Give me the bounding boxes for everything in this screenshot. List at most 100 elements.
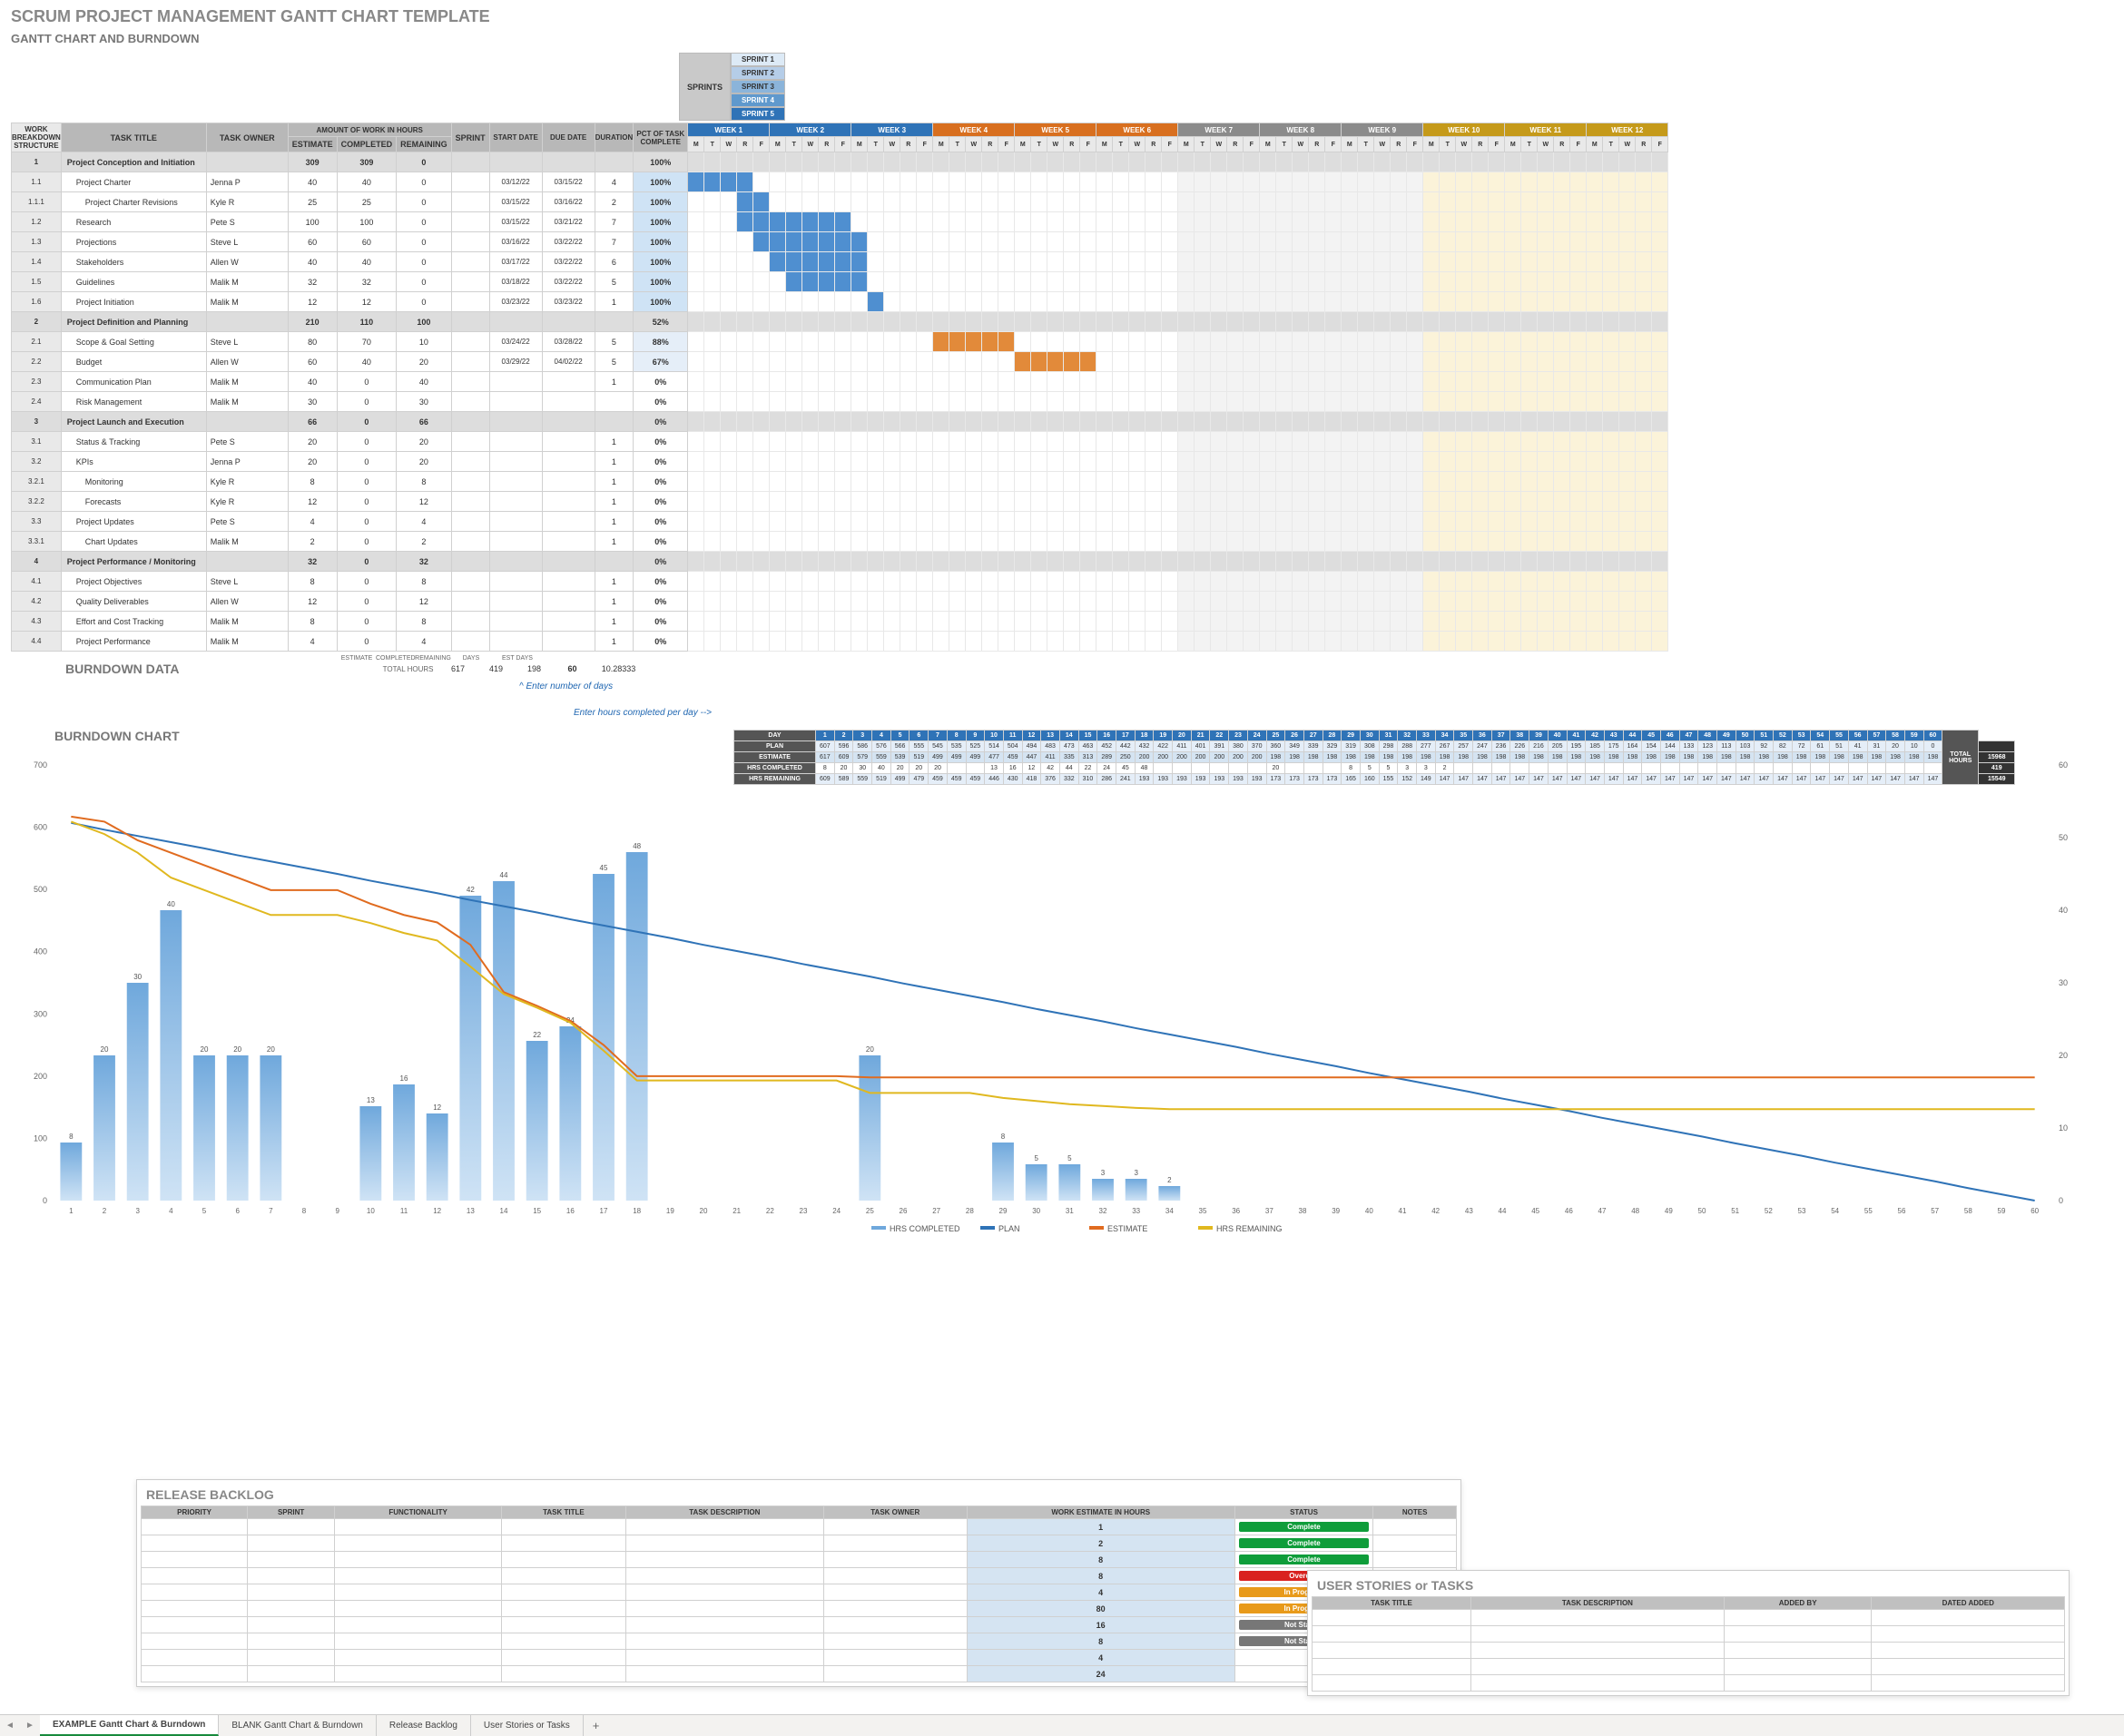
svg-text:HRS REMAINING: HRS REMAINING [1216,1224,1283,1233]
backlog-row[interactable]: 80In Progress [142,1601,1457,1617]
svg-text:20: 20 [267,1045,275,1054]
userstory-row[interactable] [1313,1659,2065,1675]
svg-text:33: 33 [1132,1207,1140,1215]
svg-text:55: 55 [1864,1207,1873,1215]
sheet-tab[interactable]: EXAMPLE Gantt Chart & Burndown [40,1715,219,1736]
backlog-row[interactable]: 16Not Started [142,1617,1457,1633]
task-row[interactable]: 3.1Status & TrackingPete S2002010% [12,432,1668,452]
svg-text:11: 11 [400,1207,408,1215]
userstory-row[interactable] [1313,1643,2065,1659]
sheet-tab[interactable]: User Stories or Tasks [471,1715,584,1736]
task-row[interactable]: 2.2BudgetAllen W60402003/29/2204/02/2256… [12,352,1668,372]
userstory-row[interactable] [1313,1610,2065,1626]
add-sheet-button[interactable]: + [584,1715,609,1736]
tab-nav-prev-icon[interactable]: ◄ [0,1715,20,1736]
task-row[interactable]: 1.6Project InitiationMalik M1212003/23/2… [12,292,1668,312]
backlog-row[interactable]: 8Not Started [142,1633,1457,1650]
svg-text:200: 200 [34,1072,47,1081]
svg-text:22: 22 [766,1207,774,1215]
svg-text:28: 28 [966,1207,974,1215]
svg-text:58: 58 [1964,1207,1972,1215]
svg-text:48: 48 [633,842,641,850]
sheet-tab[interactable]: Release Backlog [377,1715,471,1736]
backlog-row[interactable]: 4In Progress [142,1584,1457,1601]
task-row[interactable]: 3.3Project UpdatesPete S40410% [12,512,1668,532]
task-row[interactable]: 3.2.1MonitoringKyle R80810% [12,472,1668,492]
task-row[interactable]: 2.1Scope & Goal SettingSteve L80701003/2… [12,332,1668,352]
task-row[interactable]: 4.3Effort and Cost TrackingMalik M80810% [12,612,1668,632]
task-row[interactable]: 3.2.2ForecastsKyle R1201210% [12,492,1668,512]
col-wbs: WORK BREAKDOWN STRUCTURE [12,123,62,152]
task-row[interactable]: 1.2ResearchPete S100100003/15/2203/21/22… [12,212,1668,232]
svg-text:20: 20 [201,1045,209,1054]
svg-text:35: 35 [1199,1207,1207,1215]
task-row[interactable]: 1.1.1Project Charter RevisionsKyle R2525… [12,192,1668,212]
task-row[interactable]: 4.1Project ObjectivesSteve L80810% [12,572,1668,592]
backlog-row[interactable]: 2Complete [142,1535,1457,1552]
svg-text:1: 1 [69,1207,74,1215]
svg-text:5: 5 [202,1207,207,1215]
svg-text:54: 54 [1831,1207,1839,1215]
svg-text:32: 32 [1099,1207,1107,1215]
task-row[interactable]: 2.3Communication PlanMalik M4004010% [12,372,1668,392]
sprint-5: SPRINT 5 [731,107,785,121]
page-subtitle: GANTT CHART AND BURNDOWN [0,28,2124,53]
sheet-tab[interactable]: BLANK Gantt Chart & Burndown [219,1715,377,1736]
backlog-row[interactable]: 4 [142,1650,1457,1666]
release-backlog-panel: RELEASE BACKLOG PRIORITYSPRINTFUNCTIONAL… [136,1479,1461,1687]
svg-text:8: 8 [302,1207,307,1215]
svg-text:13: 13 [467,1207,475,1215]
svg-text:60: 60 [2031,1207,2039,1215]
sprint-4: SPRINT 4 [731,93,785,107]
svg-text:ESTIMATE: ESTIMATE [1107,1224,1147,1233]
svg-text:2: 2 [103,1207,107,1215]
svg-text:34: 34 [1165,1207,1174,1215]
svg-text:24: 24 [832,1207,841,1215]
task-row[interactable]: 1.4StakeholdersAllen W4040003/17/2203/22… [12,252,1668,272]
burndown-chart: 0100200300400500600700010203040506012345… [18,756,2088,1246]
task-row[interactable]: 1.3ProjectionsSteve L6060003/16/2203/22/… [12,232,1668,252]
backlog-row[interactable]: 24 [142,1666,1457,1682]
backlog-row[interactable]: 8Complete [142,1552,1457,1568]
sprint-3: SPRINT 3 [731,80,785,93]
svg-text:600: 600 [34,823,47,832]
totals-row: ESTIMATE COMPLETED REMAINING DAYS EST DA… [338,655,2124,662]
svg-text:6: 6 [235,1207,240,1215]
svg-text:30: 30 [2059,978,2068,987]
svg-text:37: 37 [1265,1207,1273,1215]
svg-text:4: 4 [169,1207,173,1215]
task-row[interactable]: 3Project Launch and Execution660660% [12,412,1668,432]
backlog-row[interactable]: 1Complete [142,1519,1457,1535]
svg-text:PLAN: PLAN [998,1224,1020,1233]
svg-text:36: 36 [1232,1207,1240,1215]
task-row[interactable]: 4.2Quality DeliverablesAllen W1201210% [12,592,1668,612]
task-row[interactable]: 1.5GuidelinesMalik M3232003/18/2203/22/2… [12,272,1668,292]
svg-text:5: 5 [1034,1154,1038,1162]
tab-nav-next-icon[interactable]: ► [20,1715,40,1736]
task-row[interactable]: 2.4Risk ManagementMalik M300300% [12,392,1668,412]
svg-text:31: 31 [1066,1207,1074,1215]
task-row[interactable]: 3.2KPIsJenna P2002010% [12,452,1668,472]
svg-text:18: 18 [633,1207,641,1215]
svg-text:3: 3 [1134,1169,1138,1177]
task-row[interactable]: 1.1Project CharterJenna P4040003/12/2203… [12,172,1668,192]
svg-text:9: 9 [335,1207,339,1215]
svg-text:23: 23 [800,1207,808,1215]
svg-text:47: 47 [1598,1207,1607,1215]
sprint-list: SPRINT 1SPRINT 2SPRINT 3SPRINT 4SPRINT 5 [731,53,785,121]
task-row[interactable]: 4.4Project PerformanceMalik M40410% [12,632,1668,652]
task-row[interactable]: 3.3.1Chart UpdatesMalik M20210% [12,532,1668,552]
svg-text:45: 45 [600,864,608,872]
task-row[interactable]: 1Project Conception and Initiation309309… [12,152,1668,172]
svg-text:700: 700 [34,760,47,770]
svg-text:16: 16 [566,1207,575,1215]
userstory-row[interactable] [1313,1675,2065,1692]
userstory-row[interactable] [1313,1626,2065,1643]
backlog-row[interactable]: 8Overdue [142,1568,1457,1584]
svg-text:44: 44 [1499,1207,1507,1215]
task-row[interactable]: 4Project Performance / Monitoring320320% [12,552,1668,572]
svg-text:30: 30 [133,973,142,981]
task-row[interactable]: 2Project Definition and Planning21011010… [12,312,1668,332]
svg-text:8: 8 [1001,1133,1006,1141]
svg-text:50: 50 [1698,1207,1706,1215]
